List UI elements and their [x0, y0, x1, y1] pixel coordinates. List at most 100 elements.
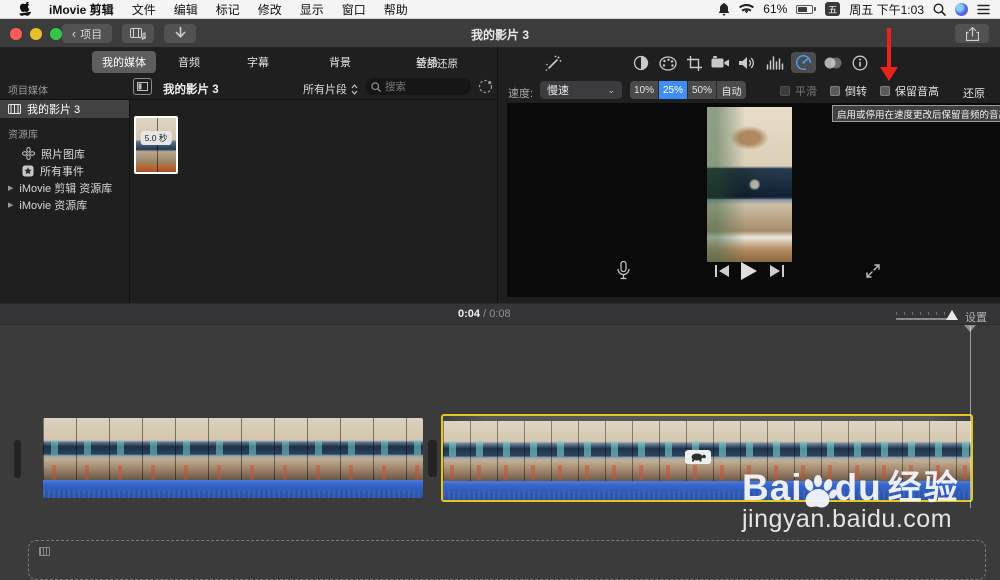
enhance-wand-icon[interactable]: [543, 54, 563, 72]
share-button[interactable]: [955, 24, 989, 43]
segment-auto[interactable]: 自动: [717, 81, 746, 99]
menu-item-mark[interactable]: 标记: [207, 1, 249, 18]
sidebar-item-photo-library[interactable]: 照片图库: [0, 145, 129, 162]
slow-speed-badge[interactable]: [685, 450, 711, 464]
menu-item-help[interactable]: 帮助: [375, 1, 417, 18]
sidebar-item-imovie-library[interactable]: ▶ iMovie 剪辑 资源库: [0, 179, 129, 196]
watermark-logo: Bai du 经验: [742, 460, 960, 509]
search-icon: [371, 81, 381, 92]
sidebar-item-all-events[interactable]: 所有事件: [0, 162, 129, 179]
search-input[interactable]: [385, 80, 455, 93]
segment-10[interactable]: 10%: [630, 81, 659, 99]
apple-icon: [19, 2, 31, 16]
reverse-checkbox[interactable]: 倒转: [830, 83, 867, 99]
media-browser-button[interactable]: [122, 24, 154, 43]
clip-filmstrip: [43, 418, 423, 480]
watermark-url: jingyan.baidu.com: [742, 505, 953, 533]
playback-controls: [507, 258, 1000, 298]
siri-icon[interactable]: [955, 2, 968, 16]
menu-item-view[interactable]: 显示: [291, 1, 333, 18]
color-correction-icon[interactable]: [658, 54, 678, 72]
zoom-slider-knob[interactable]: [946, 310, 958, 320]
close-window-button[interactable]: [10, 28, 22, 40]
volume-icon[interactable]: [738, 54, 758, 72]
speed-tool-selected[interactable]: [791, 52, 816, 73]
speed-preset-value: 慢速: [547, 85, 569, 97]
apple-menu[interactable]: [10, 2, 40, 16]
timeline-drop-zone[interactable]: [28, 540, 986, 580]
crop-icon[interactable]: [684, 54, 704, 72]
clip-filter-dropdown[interactable]: 所有片段: [303, 81, 358, 97]
tab-titles[interactable]: 字幕: [237, 51, 279, 73]
preserve-pitch-checkbox[interactable]: 保留音高: [880, 83, 939, 99]
project-filmstrip-icon: [8, 104, 21, 114]
browser-project-title: 我的影片 3: [163, 84, 219, 96]
menu-item-window[interactable]: 窗口: [333, 1, 375, 18]
tab-backgrounds[interactable]: 背景: [319, 51, 361, 73]
disclosure-triangle-icon[interactable]: ▶: [8, 201, 13, 209]
segment-50[interactable]: 50%: [688, 81, 717, 99]
minimize-window-button[interactable]: [30, 28, 42, 40]
play-button[interactable]: [741, 262, 757, 280]
stabilization-camera-icon[interactable]: [710, 54, 730, 72]
watermark-text: du: [834, 467, 882, 508]
video-preview[interactable]: [707, 107, 792, 262]
timeline-clip-1[interactable]: [43, 418, 423, 498]
back-chevron-icon: ‹: [71, 26, 77, 41]
filters-icon[interactable]: [823, 54, 843, 72]
paw-icon: [801, 475, 837, 509]
next-frame-button[interactable]: [770, 265, 784, 277]
zoom-window-button[interactable]: [50, 28, 62, 40]
speed-label: 速度:: [508, 88, 534, 100]
title-bar: ‹ 项目 我的影片 3: [0, 19, 1000, 48]
color-balance-icon[interactable]: [631, 54, 651, 72]
previous-frame-button[interactable]: [715, 265, 729, 277]
media-clip-thumbnail[interactable]: 5.0 秒: [134, 116, 178, 174]
sidebar-item-label: 所有事件: [40, 165, 84, 178]
speed-controls: 速度: 慢速 ⌄ 10% 25% 50% 自动 平滑 倒转 保留音高 还原: [497, 78, 1000, 103]
notification-bell-icon[interactable]: [718, 2, 730, 16]
menu-bar: iMovie 剪辑 文件 编辑 标记 修改 显示 窗口 帮助 61% 五 周五 …: [0, 0, 1000, 19]
clip-duration-badge: 5.0 秒: [140, 131, 172, 145]
playhead-line: [970, 326, 971, 508]
menu-item-modify[interactable]: 修改: [249, 1, 291, 18]
import-media-button[interactable]: [164, 24, 196, 43]
trim-handle-middle[interactable]: [428, 440, 437, 477]
menu-item-app[interactable]: iMovie 剪辑: [40, 1, 123, 18]
adjust-toolbar: [497, 48, 1000, 78]
watermark-text: Bai: [742, 467, 803, 508]
reset-all-button[interactable]: 全部还原: [416, 56, 458, 71]
spotlight-search-icon[interactable]: [933, 2, 946, 16]
reverse-label: 倒转: [845, 86, 867, 98]
voiceover-mic-icon[interactable]: [617, 261, 630, 280]
noise-reduction-icon[interactable]: [765, 54, 785, 72]
info-icon[interactable]: [850, 54, 870, 72]
sidebar-item-my-movie[interactable]: 我的影片 3: [0, 100, 129, 118]
menu-item-file[interactable]: 文件: [123, 1, 165, 18]
speed-preset-dropdown[interactable]: 慢速 ⌄: [540, 81, 622, 99]
segment-25-selected[interactable]: 25%: [659, 81, 688, 99]
trim-handle-left[interactable]: [14, 440, 21, 478]
clip-appearance-dial[interactable]: [477, 78, 494, 95]
checkbox-icon: [880, 86, 890, 96]
speedometer-icon: [795, 54, 812, 71]
fullscreen-icon[interactable]: [865, 263, 881, 279]
time-separator: /: [483, 308, 487, 320]
search-field[interactable]: [365, 78, 471, 95]
menu-clock[interactable]: 周五 下午1:03: [849, 1, 924, 18]
tab-my-media[interactable]: 我的媒体: [92, 50, 156, 73]
back-to-projects-button[interactable]: ‹ 项目: [62, 24, 112, 43]
input-method-icon[interactable]: 五: [825, 2, 841, 16]
disclosure-triangle-icon[interactable]: ▶: [8, 184, 13, 192]
reset-button[interactable]: 还原: [963, 85, 985, 101]
smooth-checkbox[interactable]: 平滑: [780, 83, 817, 99]
sidebar-toggle-button[interactable]: [133, 78, 152, 95]
notification-center-icon[interactable]: [977, 4, 990, 15]
sidebar-item-imovie-library2[interactable]: ▶ iMovie 资源库: [0, 196, 129, 213]
menu-item-edit[interactable]: 编辑: [165, 1, 207, 18]
timeline-settings-button[interactable]: 设置: [965, 309, 987, 325]
photos-flower-icon: [22, 147, 35, 160]
tab-audio[interactable]: 音频: [168, 51, 210, 73]
libraries-sidebar: 我的影片 3 资源库 照片图库 所有事件 ▶ iMovie 剪辑 资源库 ▶ i…: [0, 100, 130, 303]
wifi-icon[interactable]: [739, 3, 755, 15]
